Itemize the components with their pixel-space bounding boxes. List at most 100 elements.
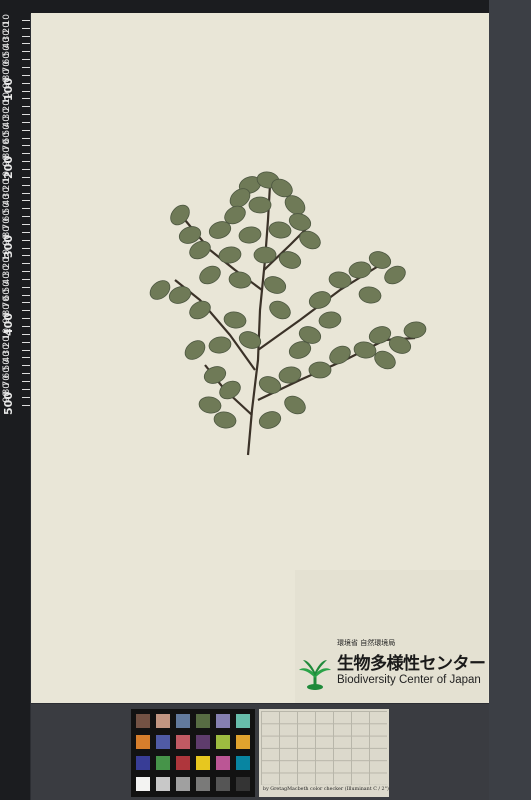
- ruler-tick: [22, 153, 30, 155]
- ruler-tick: [22, 19, 30, 21]
- ruler-tick: [22, 106, 30, 108]
- leaf: [218, 246, 242, 264]
- color-swatch: [216, 756, 230, 770]
- ruler-major-label: 500: [2, 391, 15, 415]
- ruler-tick: [22, 333, 30, 335]
- ruler-tick: [22, 310, 30, 312]
- ruler-tick: [22, 255, 30, 257]
- ruler-tick: [22, 145, 30, 147]
- ruler-tick: [22, 341, 30, 343]
- ruler-tick: [22, 35, 30, 37]
- ruler-tick: [22, 349, 30, 351]
- leaf: [318, 311, 342, 329]
- ruler-tick: [22, 223, 30, 225]
- ruler-tick: [22, 74, 30, 76]
- color-swatch: [216, 735, 230, 749]
- leaf: [228, 271, 252, 289]
- ruler-tick: [22, 208, 30, 210]
- ruler-tick: [22, 357, 30, 359]
- leaf: [199, 265, 221, 285]
- color-swatch: [156, 756, 170, 770]
- leaf: [358, 286, 382, 304]
- leaf: [258, 411, 282, 429]
- leaf: [269, 300, 291, 320]
- color-swatch: [236, 756, 250, 770]
- leaf: [353, 341, 377, 359]
- color-swatch: [156, 735, 170, 749]
- agency-text: 環境省 自然環境局: [337, 639, 396, 647]
- leaf: [278, 251, 302, 269]
- leaf: [263, 276, 287, 294]
- leaf: [248, 196, 272, 214]
- leaf: [403, 321, 427, 339]
- ruler-tick: [22, 59, 30, 61]
- color-swatch: [236, 777, 250, 791]
- ruler-tick: [22, 137, 30, 139]
- scale-ruler: 10 20 30 40 50 60 70 80 90 100 10 20 30 40 50 60 70 80 90 2…: [0, 0, 30, 800]
- leaf: [168, 286, 192, 304]
- color-checker: [131, 709, 255, 797]
- ruler-tick: [22, 247, 30, 249]
- ruler-tick: [22, 294, 30, 296]
- ruler-tick: [22, 326, 30, 327]
- color-swatch: [156, 777, 170, 791]
- ruler-tick: [22, 318, 30, 320]
- color-swatch: [236, 714, 250, 728]
- top-ruler: [0, 0, 531, 14]
- ruler-tick: [22, 380, 30, 382]
- color-swatch: [156, 714, 170, 728]
- ruler-tick: [22, 43, 30, 45]
- ruler-tick: [22, 192, 30, 194]
- color-swatch: [196, 777, 210, 791]
- ruler-tick: [22, 66, 30, 68]
- color-swatch: [136, 756, 150, 770]
- values-table: [261, 711, 387, 785]
- ruler-tick: [22, 396, 30, 398]
- ruler-tick: [22, 216, 30, 218]
- leaf: [299, 230, 321, 250]
- leaf: [308, 291, 332, 309]
- ruler-tick: [22, 114, 30, 116]
- leaf: [329, 345, 351, 365]
- leaf: [213, 411, 237, 429]
- plant-specimen: [149, 171, 427, 456]
- ruler-tick: [22, 129, 30, 131]
- ruler-tick: [22, 82, 30, 84]
- color-swatch: [196, 756, 210, 770]
- color-swatch: [176, 714, 190, 728]
- ruler-tick: [22, 184, 30, 186]
- color-values-card: by GretagMacbeth color checker (Illumina…: [259, 709, 389, 797]
- ruler-tick: [22, 231, 30, 233]
- leaf: [284, 395, 306, 415]
- leaf: [184, 340, 206, 360]
- leaf: [238, 226, 262, 244]
- color-swatch: [176, 777, 190, 791]
- institution-label: 環境省 自然環境局 生物多様性センター Biodiversity Center …: [295, 570, 488, 703]
- ruler-tick: [22, 286, 30, 288]
- leaf: [328, 271, 352, 289]
- ruler-tick: [22, 90, 30, 92]
- leaf: [189, 300, 211, 320]
- ruler-tick: [22, 169, 30, 170]
- ruler-tick: [22, 27, 30, 29]
- leaf: [253, 246, 277, 264]
- ruler-tick: [22, 302, 30, 304]
- ruler-tick: [22, 388, 30, 390]
- color-swatch: [176, 735, 190, 749]
- color-swatch: [176, 756, 190, 770]
- color-swatch: [216, 777, 230, 791]
- ruler-tick: [22, 176, 30, 178]
- leaf: [268, 221, 292, 239]
- center-name-english: Biodiversity Center of Japan: [337, 674, 481, 686]
- leaf: [308, 361, 332, 379]
- ruler-tick: [22, 200, 30, 202]
- ruler-tick: [22, 121, 30, 123]
- color-swatch: [216, 714, 230, 728]
- ruler-tick: [22, 263, 30, 265]
- ruler-tick: [22, 98, 30, 100]
- ruler-tick: [22, 373, 30, 375]
- ruler-tick: [22, 278, 30, 280]
- color-swatch: [136, 714, 150, 728]
- ruler-tick: [22, 161, 30, 163]
- color-swatch: [196, 714, 210, 728]
